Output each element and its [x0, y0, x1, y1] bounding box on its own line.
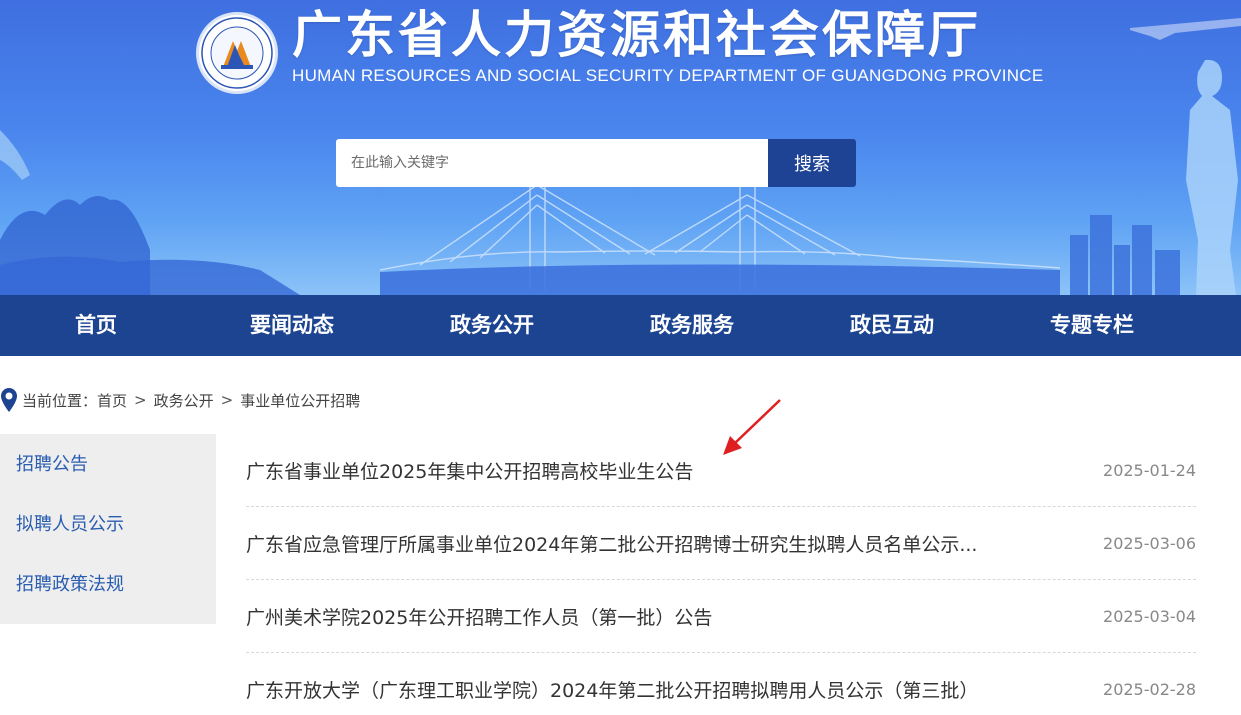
main-nav: 首页 要闻动态 政务公开 政务服务 政民互动 专题专栏 [0, 295, 1241, 356]
sidebar: 招聘公告 拟聘人员公示 招聘政策法规 [0, 434, 216, 624]
news-title-link[interactable]: 广东省应急管理厅所属事业单位2024年第二批公开招聘博士研究生拟聘人员名单公示.… [246, 530, 977, 557]
breadcrumb-link-home[interactable]: 首页 [97, 390, 127, 411]
news-date: 2025-02-28 [1103, 680, 1196, 699]
list-item: 广东省应急管理厅所属事业单位2024年第二批公开招聘博士研究生拟聘人员名单公示.… [246, 507, 1196, 580]
news-date: 2025-03-06 [1103, 533, 1196, 553]
nav-item-government-affairs[interactable]: 政务公开 [392, 295, 592, 356]
news-title-link[interactable]: 广东省事业单位2025年集中公开招聘高校毕业生公告 [246, 457, 693, 484]
breadcrumb-separator: > [134, 391, 147, 409]
government-emblem-logo [196, 12, 278, 94]
sidebar-item-recruitment-notices[interactable]: 招聘公告 [0, 448, 216, 508]
header-banner: 广东省人力资源和社会保障厅 HUMAN RESOURCES AND SOCIAL… [0, 0, 1241, 295]
breadcrumb-link-recruitment[interactable]: 事业单位公开招聘 [240, 390, 360, 411]
search-button[interactable]: 搜索 [768, 139, 856, 187]
nav-item-home[interactable]: 首页 [0, 295, 192, 356]
nav-item-government-services[interactable]: 政务服务 [592, 295, 792, 356]
site-subtitle: HUMAN RESOURCES AND SOCIAL SECURITY DEPA… [292, 66, 1044, 85]
breadcrumb: 当前位置： 首页 > 政务公开 > 事业单位公开招聘 [0, 386, 360, 414]
nav-item-special-topics[interactable]: 专题专栏 [992, 295, 1192, 356]
sidebar-item-proposed-hires[interactable]: 拟聘人员公示 [0, 508, 216, 568]
list-item: 广东省事业单位2025年集中公开招聘高校毕业生公告 2025-01-24 [246, 434, 1196, 507]
breadcrumb-separator: > [220, 391, 234, 409]
location-pin-icon [1, 388, 17, 412]
news-date: 2025-03-04 [1103, 606, 1196, 626]
news-title-link[interactable]: 广东开放大学（广东理工职业学院）2024年第二批公开招聘拟聘用人员公示（第三批） [246, 676, 978, 703]
news-title-link[interactable]: 广州美术学院2025年公开招聘工作人员（第一批）公告 [246, 603, 712, 630]
nav-item-public-interaction[interactable]: 政民互动 [792, 295, 992, 356]
site-title: 广东省人力资源和社会保障厅 [292, 6, 981, 64]
list-item: 广东开放大学（广东理工职业学院）2024年第二批公开招聘拟聘用人员公示（第三批）… [246, 653, 1196, 715]
news-date: 2025-01-24 [1103, 460, 1196, 480]
list-item: 广州美术学院2025年公开招聘工作人员（第一批）公告 2025-03-04 [246, 580, 1196, 653]
sidebar-item-recruitment-policies[interactable]: 招聘政策法规 [0, 568, 216, 628]
nav-item-news[interactable]: 要闻动态 [192, 295, 392, 356]
breadcrumb-prefix: 当前位置： [22, 391, 98, 410]
news-list: 广东省事业单位2025年集中公开招聘高校毕业生公告 2025-01-24 广东省… [246, 434, 1196, 715]
breadcrumb-link-government-affairs[interactable]: 政务公开 [154, 390, 214, 411]
search-input[interactable] [336, 139, 769, 187]
